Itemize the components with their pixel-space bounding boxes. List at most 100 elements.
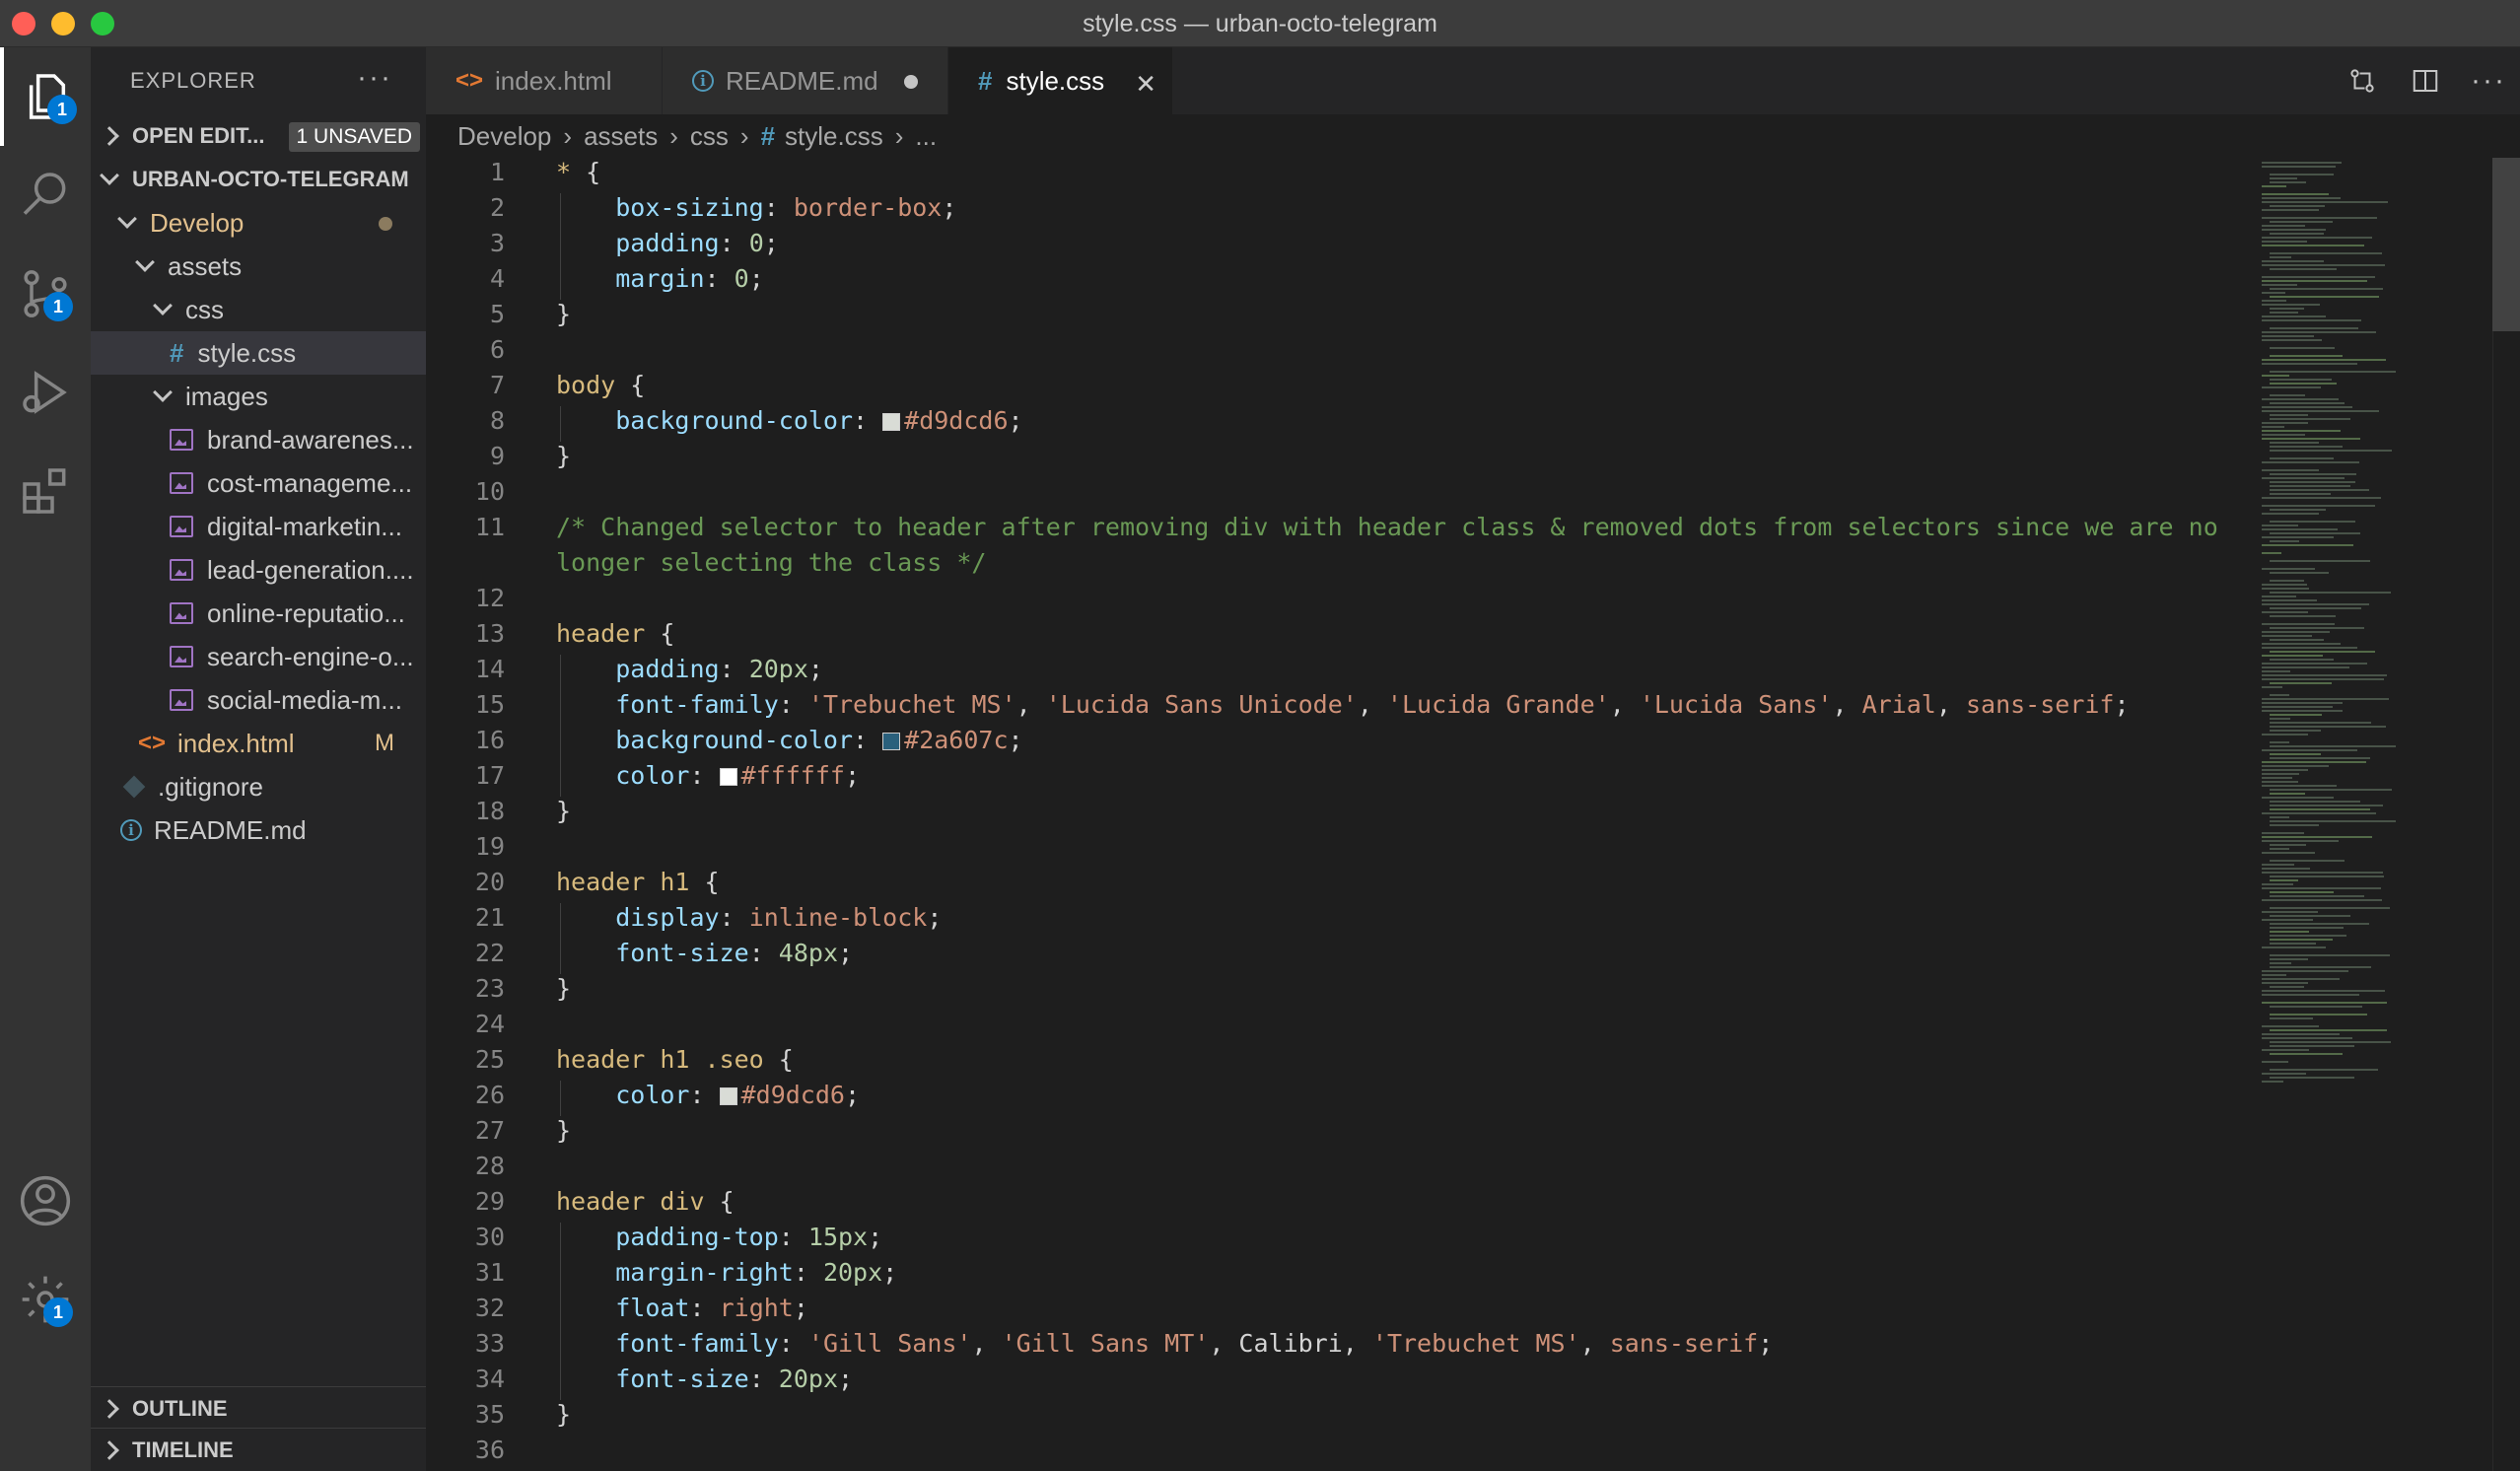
minimap-line: [2262, 461, 2359, 463]
minimap-line: [2270, 205, 2325, 207]
code-line: 22 font-size: 48px;: [426, 939, 2256, 974]
tree-file-image[interactable]: lead-generation....: [91, 548, 426, 592]
breadcrumb-item[interactable]: css: [690, 121, 729, 152]
tree-file-index-html[interactable]: <> index.html M: [91, 722, 426, 765]
timeline-section[interactable]: TIMELINE: [91, 1428, 426, 1471]
color-swatch[interactable]: [719, 768, 737, 786]
minimap-line: [2262, 840, 2339, 842]
breadcrumb-item[interactable]: style.css: [785, 121, 883, 152]
code-line: 13 header {: [426, 619, 2256, 655]
minimap-line: [2270, 560, 2370, 562]
minimap[interactable]: [2256, 158, 2492, 1471]
chevron-right-icon: [100, 126, 119, 146]
code-line: 19: [426, 832, 2256, 868]
code-line: 3 padding: 0;: [426, 229, 2256, 264]
explorer-more-actions-button[interactable]: ···: [357, 61, 392, 95]
open-changes-button[interactable]: [2331, 66, 2394, 96]
outline-section[interactable]: OUTLINE: [91, 1386, 426, 1430]
tree-file-image[interactable]: social-media-m...: [91, 678, 426, 722]
close-tab-icon[interactable]: ✕: [1135, 69, 1156, 100]
minimap-line: [2262, 655, 2323, 657]
minimap-line: [2270, 943, 2316, 945]
tree-file-image[interactable]: cost-manageme...: [91, 461, 426, 505]
minimap-line: [2262, 765, 2329, 767]
search-button[interactable]: [0, 146, 91, 245]
tree-file-image[interactable]: brand-awarenes...: [91, 418, 426, 461]
minimap-line: [2270, 607, 2361, 609]
color-swatch[interactable]: [719, 1087, 737, 1105]
tab-readme[interactable]: i README.md: [663, 47, 948, 114]
tree-file-style-css[interactable]: # style.css: [91, 331, 426, 375]
line-number: 8: [489, 406, 505, 435]
minimap-line: [2270, 939, 2333, 941]
minimap-line: [2262, 1002, 2387, 1004]
tree-folder-images[interactable]: images: [91, 375, 426, 418]
color-swatch[interactable]: [882, 733, 901, 750]
line-number: 3: [489, 229, 505, 257]
minimap-line: [2270, 540, 2299, 542]
tree-file-image[interactable]: online-reputatio...: [91, 592, 426, 635]
tab-index-html[interactable]: <> index.html: [426, 47, 663, 114]
minimap-line: [2262, 260, 2324, 262]
tab-style-css[interactable]: # style.css ✕: [948, 47, 1173, 114]
minimap-line: [2262, 706, 2333, 708]
workspace-section[interactable]: URBAN-OCTO-TELEGRAM: [91, 158, 426, 201]
vertical-scrollbar[interactable]: [2492, 158, 2520, 1471]
minimap-line: [2270, 730, 2321, 732]
line-number: 18: [474, 797, 505, 825]
code-text: font-family: 'Trebuchet MS', 'Lucida San…: [615, 690, 2130, 719]
tree-file-readme[interactable]: i README.md: [91, 808, 426, 852]
tree-folder-css[interactable]: css: [91, 288, 426, 331]
line-number: 15: [474, 690, 505, 719]
code-editor[interactable]: 1 * { 2 box-sizing: border-box; 3 padding…: [426, 158, 2256, 1471]
split-editor-button[interactable]: [2394, 66, 2457, 96]
minimap-line: [2262, 304, 2320, 306]
tree-file-gitignore[interactable]: .gitignore: [91, 765, 426, 808]
tree-file-image[interactable]: digital-marketin...: [91, 505, 426, 548]
code-text: margin: 0;: [615, 264, 764, 293]
tree-file-image[interactable]: search-engine-o...: [91, 635, 426, 678]
chevron-down-icon: [117, 209, 137, 229]
outline-label: OUTLINE: [132, 1395, 228, 1421]
minimap-line: [2262, 911, 2318, 913]
minimap-line: [2270, 718, 2290, 720]
tab-label: README.md: [726, 65, 878, 96]
tree-folder-develop[interactable]: Develop: [91, 201, 426, 245]
code-text: box-sizing: border-box;: [615, 193, 957, 222]
breadcrumb-item[interactable]: assets: [584, 121, 658, 152]
minimap-line: [2270, 592, 2391, 594]
line-number: 10: [474, 477, 505, 506]
scrollbar-thumb[interactable]: [2492, 158, 2520, 331]
color-swatch[interactable]: [882, 413, 901, 431]
minimap-line: [2270, 682, 2332, 684]
minimap-line: [2262, 410, 2379, 412]
minimap-line: [2262, 339, 2322, 341]
line-number: 23: [474, 974, 505, 1003]
breadcrumb-chevron-icon: ›: [669, 120, 678, 151]
more-actions-button[interactable]: ···: [2457, 64, 2520, 98]
code-text: }: [556, 300, 572, 328]
extensions-button[interactable]: [0, 442, 91, 540]
minimap-line: [2270, 1045, 2354, 1047]
code-line: 17 color: #ffffff;: [426, 761, 2256, 797]
minimap-line: [2262, 513, 2319, 515]
open-editors-section[interactable]: OPEN EDIT... 1 UNSAVED: [91, 114, 426, 158]
minimap-line: [2270, 327, 2358, 329]
minimap-line: [2270, 473, 2356, 475]
source-control-button[interactable]: 1: [0, 245, 91, 343]
breadcrumb-item[interactable]: ...: [915, 121, 937, 152]
minimap-line: [2270, 347, 2335, 349]
minimap-line: [2262, 197, 2341, 199]
manage-button[interactable]: 1: [0, 1250, 91, 1349]
tree-label: lead-generation....: [207, 554, 414, 585]
minimap-line: [2262, 785, 2337, 787]
code-text: header {: [556, 619, 675, 648]
chevron-down-icon: [153, 383, 173, 402]
breadcrumb-item[interactable]: Develop: [457, 121, 551, 152]
accounts-button[interactable]: [0, 1152, 91, 1250]
minimap-line: [2270, 848, 2289, 850]
tree-folder-assets[interactable]: assets: [91, 245, 426, 288]
explorer-button[interactable]: 1: [0, 47, 91, 146]
split-editor-icon: [2413, 70, 2438, 92]
run-debug-button[interactable]: [0, 343, 91, 442]
